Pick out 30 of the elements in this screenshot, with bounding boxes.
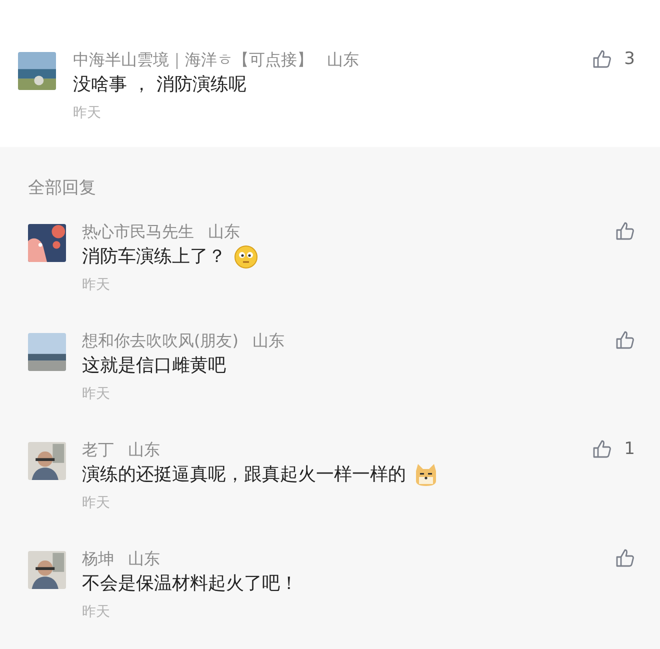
author-name[interactable]: 老丁 [82, 439, 114, 461]
section-heading: 全部回复 [28, 177, 97, 200]
reply-text: 消防车演练上了？ [82, 245, 226, 269]
location-label: 山东 [128, 439, 160, 461]
thumbs-up-icon[interactable] [592, 49, 612, 69]
location-label: 山东 [327, 49, 359, 71]
timestamp: 昨天 [82, 276, 111, 295]
timestamp: 昨天 [82, 494, 111, 513]
like-count: 3 [624, 49, 635, 69]
reply-text: 不会是保温材料起火了吧！ [82, 572, 298, 596]
location-label: 山东 [208, 221, 240, 243]
location-label: 山东 [252, 330, 284, 352]
author-name[interactable]: 杨坤 [82, 548, 114, 570]
thumbs-up-icon[interactable] [615, 221, 635, 241]
location-label: 山东 [128, 548, 160, 570]
timestamp: 昨天 [82, 603, 111, 622]
reply-text: 演练的还挺逼真呢，跟真起火一样一样的 [82, 463, 406, 487]
thumbs-up-icon[interactable] [615, 548, 635, 568]
timestamp: 昨天 [82, 385, 111, 404]
author-name[interactable]: 热心市民马先生 [82, 221, 194, 243]
reply-text: 这就是信口雌黄吧 [82, 354, 226, 378]
author-name[interactable]: 中海半山雲境｜海洋ㅎ【可点接】 [73, 49, 313, 71]
like-count: 1 [624, 439, 635, 459]
author-name[interactable]: 想和你去吹吹风(朋友) [82, 330, 238, 352]
timestamp: 昨天 [73, 104, 102, 123]
thumbs-up-icon[interactable] [615, 330, 635, 350]
thumbs-up-icon[interactable] [592, 439, 612, 459]
emoji-face-icon [234, 245, 258, 269]
dog-face-icon [414, 463, 438, 487]
comment-text: 没啥事 ， 消防演练呢 [73, 73, 248, 97]
